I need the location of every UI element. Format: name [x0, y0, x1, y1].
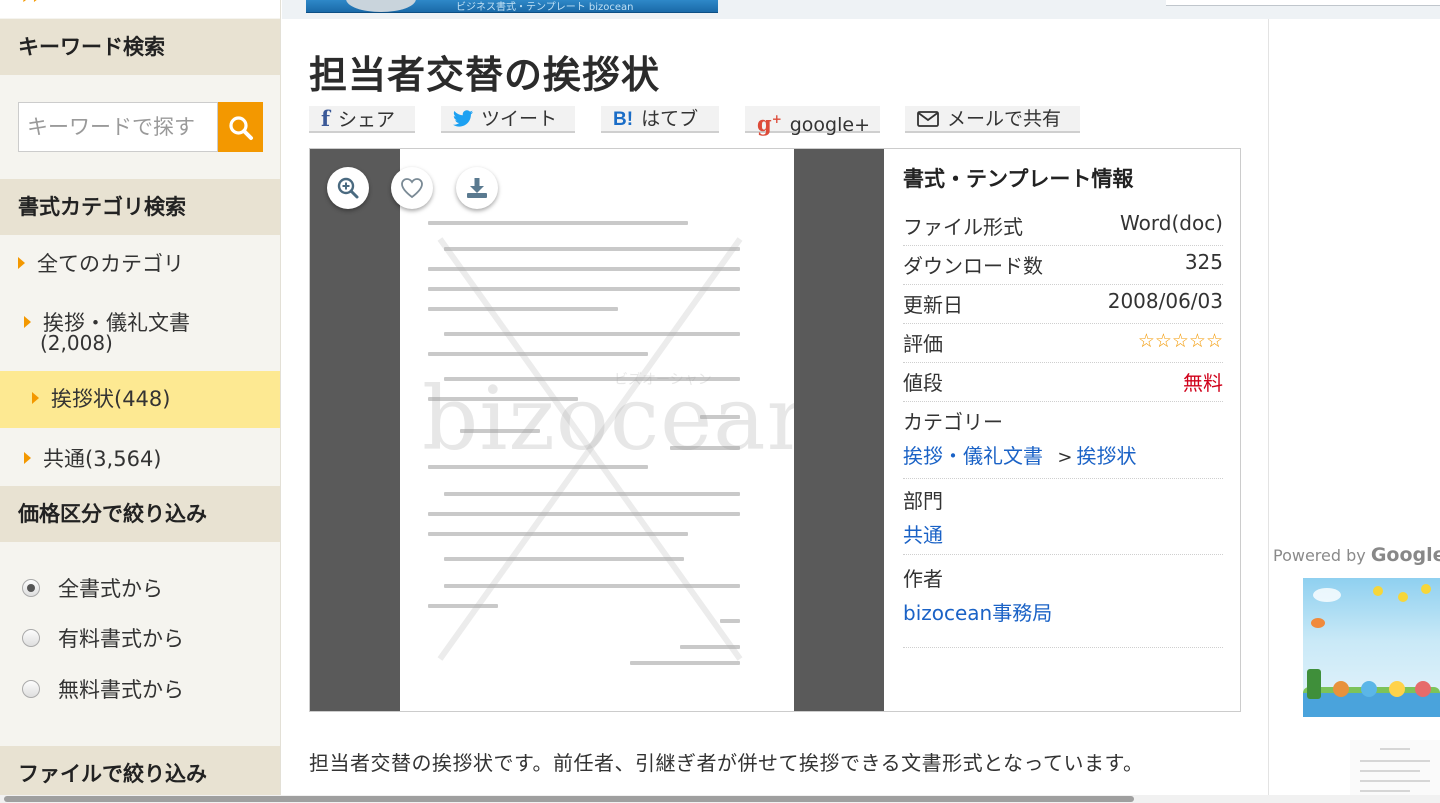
info-row-file-format: ファイル形式 Word(doc)	[903, 206, 1223, 246]
favorite-button[interactable]	[391, 167, 433, 209]
mail-icon	[917, 106, 939, 132]
ad-thumbnail[interactable]	[1303, 578, 1440, 717]
info-row-category: カテゴリー 挨拶・儀礼文書 > 挨拶状	[903, 401, 1223, 479]
google-plus-share-button[interactable]: g+ google+	[745, 106, 880, 136]
category-search-heading: 書式カテゴリ検索	[0, 179, 280, 235]
radio-button[interactable]	[22, 680, 40, 698]
category-item-greeting-docs[interactable]: 挨拶・儀礼文書 (2,008)	[0, 307, 280, 355]
category-item-common[interactable]: 共通(3,564)	[0, 443, 280, 473]
category-label: 共通(3,564)	[43, 447, 162, 471]
info-value: 325	[1184, 250, 1223, 274]
document-page-thumbnail: bizocean ビズオーシャン	[400, 149, 794, 711]
info-label: 部門	[903, 489, 943, 513]
department-link[interactable]: 共通	[903, 523, 943, 547]
info-label: 更新日	[903, 293, 963, 317]
price-option-paid[interactable]: 有料書式から	[22, 623, 184, 653]
banner-graphic	[346, 0, 416, 12]
price-badge: 無料	[1183, 371, 1223, 395]
info-title: 書式・テンプレート情報	[903, 167, 1134, 191]
info-row-rating: 評価 ☆☆☆☆☆	[903, 323, 1223, 363]
keyword-search-heading: キーワード検索	[0, 19, 280, 75]
radio-button[interactable]	[22, 629, 40, 647]
category-link-parent[interactable]: 挨拶・儀礼文書	[903, 444, 1043, 468]
share-label: ツイート	[481, 108, 558, 130]
chevron-right-icon	[18, 257, 25, 269]
author-link[interactable]: bizocean事務局	[903, 601, 1052, 625]
rating-stars: ☆☆☆☆☆	[1137, 330, 1223, 352]
info-label: ファイル形式	[903, 215, 1023, 239]
facebook-icon: f	[321, 106, 331, 131]
category-label: 挨拶状(448)	[51, 387, 171, 411]
top-banner-ad[interactable]: ビジネス書式・テンプレート bizocean	[306, 0, 718, 13]
chevron-right-icon	[24, 452, 31, 464]
category-breadcrumb: 挨拶・儀礼文書 > 挨拶状	[903, 440, 1136, 469]
download-icon	[467, 178, 487, 198]
price-option-label: 有料書式から	[58, 627, 184, 651]
info-row-department: 部門 共通	[903, 478, 1223, 555]
share-label: google+	[789, 114, 871, 136]
info-row-updated: 更新日 2008/06/03	[903, 284, 1223, 324]
search-input[interactable]	[18, 102, 218, 152]
price-option-label: 全書式から	[58, 577, 163, 601]
keyword-search-form	[18, 102, 263, 152]
sidebar: › › キーワード検索 書式カテゴリ検索 全てのカテゴリ 挨拶・儀礼文書 (2,…	[0, 0, 281, 803]
document-thumbnail-small[interactable]	[1350, 740, 1440, 803]
info-label: 評価	[903, 332, 943, 356]
zoom-button[interactable]	[327, 167, 369, 209]
mail-share-button[interactable]: メールで共有	[905, 106, 1080, 133]
template-info-panel: 書式・テンプレート情報 ファイル形式 Word(doc) ダウンロード数 325…	[903, 149, 1223, 711]
powered-by-google: Powered by Google	[1273, 544, 1440, 566]
twitter-share-button[interactable]: ツイート	[441, 106, 575, 133]
watermark-kana: ビズオーシャン	[614, 372, 712, 388]
hatena-bookmark-button[interactable]: B! はてブ	[601, 106, 719, 133]
info-row-price: 値段 無料	[903, 362, 1223, 402]
twitter-icon	[453, 106, 473, 132]
radio-button[interactable]	[22, 579, 40, 597]
info-label: 値段	[903, 371, 943, 395]
sidebar-top-fragment: › ›	[0, 0, 280, 18]
heart-icon	[401, 178, 423, 199]
info-row-author: 作者 bizocean事務局	[903, 554, 1223, 648]
template-description: 担当者交替の挨拶状です。前任者、引継ぎ者が併せて挨拶できる文書形式となっています…	[309, 751, 1144, 775]
price-option-all[interactable]: 全書式から	[22, 573, 163, 603]
scrollbar-thumb[interactable]	[4, 796, 1134, 802]
top-right-box	[1166, 0, 1440, 6]
download-button[interactable]	[456, 167, 498, 209]
banner-text: ビジネス書式・テンプレート bizocean	[456, 2, 634, 13]
category-item-greeting-letter[interactable]: 挨拶状(448)	[0, 371, 280, 428]
google-brand: Google	[1370, 544, 1440, 566]
share-label: シェア	[338, 109, 396, 131]
info-label: 作者	[903, 567, 943, 591]
price-option-free[interactable]: 無料書式から	[22, 674, 184, 704]
category-label: 全てのカテゴリ	[37, 252, 184, 276]
watermark-logo: bizocean	[422, 367, 794, 470]
category-link-child[interactable]: 挨拶状	[1076, 444, 1136, 468]
category-item-all[interactable]: 全てのカテゴリ	[0, 248, 280, 278]
info-value: 2008/06/03	[1107, 289, 1223, 313]
share-label: メールで共有	[947, 108, 1062, 130]
price-option-label: 無料書式から	[58, 678, 184, 702]
search-button[interactable]	[218, 102, 263, 152]
right-column-divider	[1268, 19, 1269, 803]
chevron-right-icon	[32, 392, 39, 404]
info-row-downloads: ダウンロード数 325	[903, 245, 1223, 285]
document-preview[interactable]: bizocean ビズオーシャン	[310, 149, 884, 711]
price-filter-heading: 価格区分で絞り込み	[0, 486, 280, 542]
info-label: カテゴリー	[903, 410, 1003, 434]
breadcrumb-separator: >	[1057, 447, 1073, 468]
info-label: ダウンロード数	[903, 254, 1043, 278]
zoom-icon	[337, 177, 359, 199]
template-preview-panel: bizocean ビズオーシャン 書式・テンプレート情報 ファイル形式 Word…	[309, 148, 1241, 712]
google-plus-icon: g+	[757, 111, 782, 136]
chevron-right-icon	[24, 316, 31, 328]
share-label: はてブ	[641, 108, 699, 130]
facebook-share-button[interactable]: f シェア	[309, 106, 415, 133]
info-value: Word(doc)	[1120, 211, 1223, 235]
powered-prefix: Powered by	[1273, 546, 1366, 565]
search-icon	[229, 116, 253, 140]
hatena-icon: B!	[613, 109, 634, 130]
page-title: 担当者交替の挨拶状	[309, 53, 661, 97]
category-count: (2,008)	[40, 331, 113, 355]
